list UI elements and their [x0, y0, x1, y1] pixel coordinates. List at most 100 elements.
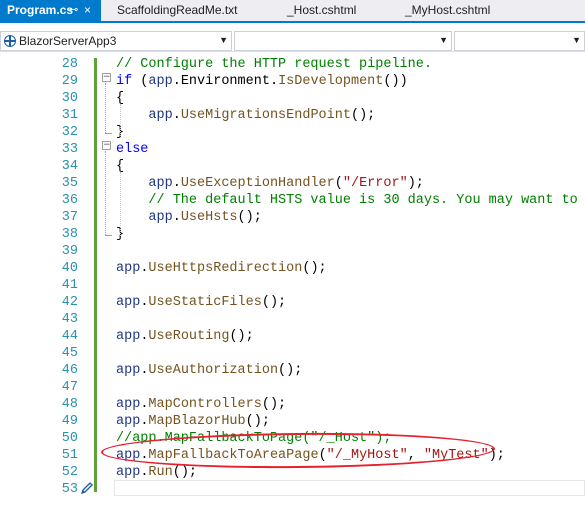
collapse-if-icon[interactable]: −: [102, 73, 111, 82]
project-label: BlazorServerApp3: [19, 34, 117, 48]
code-token: (: [334, 176, 343, 191]
line-number: 49: [61, 414, 78, 429]
code-token: app: [148, 176, 173, 191]
line-number: 38: [61, 227, 78, 242]
code-token: app: [148, 108, 173, 123]
code-token: ();: [229, 329, 254, 344]
line-number: 41: [61, 278, 78, 293]
code-token: app: [148, 210, 173, 225]
code-token: ();: [245, 414, 270, 429]
globe-icon: [4, 35, 16, 47]
code-line[interactable]: 32}: [0, 124, 585, 141]
type-dropdown[interactable]: ▼: [234, 31, 452, 51]
code-token: Run: [148, 465, 173, 480]
code-line[interactable]: 30{: [0, 90, 585, 107]
line-number: 36: [61, 193, 78, 208]
collapse-else-icon[interactable]: −: [102, 141, 111, 150]
code-token: ();: [172, 465, 198, 480]
pin-icon[interactable]: ⊸: [69, 0, 78, 21]
tab-label: _Host.cshtml: [287, 3, 357, 17]
code-text: app.MapBlazorHub();: [116, 413, 270, 430]
code-token: app: [116, 261, 141, 276]
code-token: UseHsts: [180, 210, 238, 225]
line-number: 43: [61, 312, 78, 327]
code-line[interactable]: 39: [0, 243, 585, 260]
fold-guide-end: [105, 235, 112, 236]
line-number: 30: [61, 91, 78, 106]
code-token: app: [148, 74, 173, 89]
code-token: UseRouting: [148, 329, 230, 344]
code-line[interactable]: 46 app.UseAuthorization();: [0, 362, 585, 379]
line-number: 46: [61, 363, 78, 378]
code-token: app: [116, 295, 141, 310]
tab-scaffolding-readme[interactable]: ScaffoldingReadMe.txt: [110, 0, 272, 21]
line-number: 50: [61, 431, 78, 446]
code-line[interactable]: 42 app.UseStaticFiles();: [0, 294, 585, 311]
close-icon[interactable]: ×: [84, 0, 91, 21]
code-line[interactable]: 38}: [0, 226, 585, 243]
code-text: app.Run();: [116, 464, 197, 481]
code-token: // Configure the HTTP request pipeline.: [116, 57, 432, 72]
tab-myhost-cshtml[interactable]: _MyHost.cshtml: [398, 0, 528, 21]
code-token: ();: [350, 108, 376, 123]
line-number: 37: [61, 210, 78, 225]
line-number: 31: [61, 108, 78, 123]
line-number: 45: [61, 346, 78, 361]
code-line[interactable]: 43: [0, 311, 585, 328]
code-line[interactable]: 34{: [0, 158, 585, 175]
line-number: 52: [61, 465, 78, 480]
code-line[interactable]: 44 app.UseRouting();: [0, 328, 585, 345]
line-number: 35: [61, 176, 78, 191]
code-token: else: [116, 142, 149, 157]
code-text: app.MapControllers();: [116, 396, 286, 413]
code-token: UseAuthorization: [148, 363, 279, 378]
code-text: app.UseMigrationsEndPoint();: [116, 107, 375, 124]
line-number: 34: [61, 159, 78, 174]
code-line[interactable]: 41: [0, 277, 585, 294]
tab-label: Program.cs: [7, 3, 74, 17]
tab-host-cshtml[interactable]: _Host.cshtml: [280, 0, 390, 21]
code-token: if: [116, 74, 133, 89]
quick-edit-pencil-icon[interactable]: [79, 480, 95, 496]
change-tracking-bar: [94, 58, 97, 492]
code-token: app: [116, 363, 141, 378]
code-token: .: [172, 108, 181, 123]
code-token: ();: [302, 261, 327, 276]
code-line[interactable]: 47: [0, 379, 585, 396]
code-text: app.UseHsts();: [116, 209, 262, 226]
code-line[interactable]: 40 app.UseHttpsRedirection();: [0, 260, 585, 277]
chevron-down-icon: ▼: [219, 35, 228, 45]
code-line[interactable]: 31 app.UseMigrationsEndPoint();: [0, 107, 585, 124]
code-line[interactable]: 29 if (app.Environment.IsDevelopment()): [0, 73, 585, 90]
line-number: 48: [61, 397, 78, 412]
code-token: .: [172, 74, 181, 89]
code-token: UseExceptionHandler: [180, 176, 335, 191]
chevron-down-icon: ▼: [572, 35, 581, 45]
code-line[interactable]: 45: [0, 345, 585, 362]
code-line[interactable]: 48 app.MapControllers();: [0, 396, 585, 413]
code-token: (: [132, 74, 149, 89]
code-token: ();: [237, 210, 262, 225]
code-token: );: [407, 176, 424, 191]
tab-program-cs[interactable]: Program.cs ⊸ ×: [0, 0, 101, 21]
code-text: app.UseHttpsRedirection();: [116, 260, 327, 277]
code-line[interactable]: 28 // Configure the HTTP request pipeline…: [0, 56, 585, 73]
code-line[interactable]: 36 // The default HSTS value is 30 days.…: [0, 192, 585, 209]
code-token: app: [116, 397, 141, 412]
code-token: "/Error": [342, 176, 408, 191]
code-token: app: [116, 329, 141, 344]
code-token: UseHttpsRedirection: [148, 261, 303, 276]
code-token: app: [116, 414, 141, 429]
code-line[interactable]: 35 app.UseExceptionHandler("/Error");: [0, 175, 585, 192]
code-token: UseMigrationsEndPoint: [180, 108, 351, 123]
code-line[interactable]: 33 else: [0, 141, 585, 158]
code-line[interactable]: 49 app.MapBlazorHub();: [0, 413, 585, 430]
project-dropdown[interactable]: BlazorServerApp3 ▼: [0, 31, 232, 51]
chevron-down-icon: ▼: [439, 35, 448, 45]
member-dropdown[interactable]: ▼: [454, 31, 585, 51]
indent-guide: [120, 172, 121, 236]
fold-guide-end: [105, 133, 112, 134]
code-text: app.UseStaticFiles();: [116, 294, 286, 311]
indent-guide: [120, 104, 121, 136]
code-line[interactable]: 37 app.UseHsts();: [0, 209, 585, 226]
